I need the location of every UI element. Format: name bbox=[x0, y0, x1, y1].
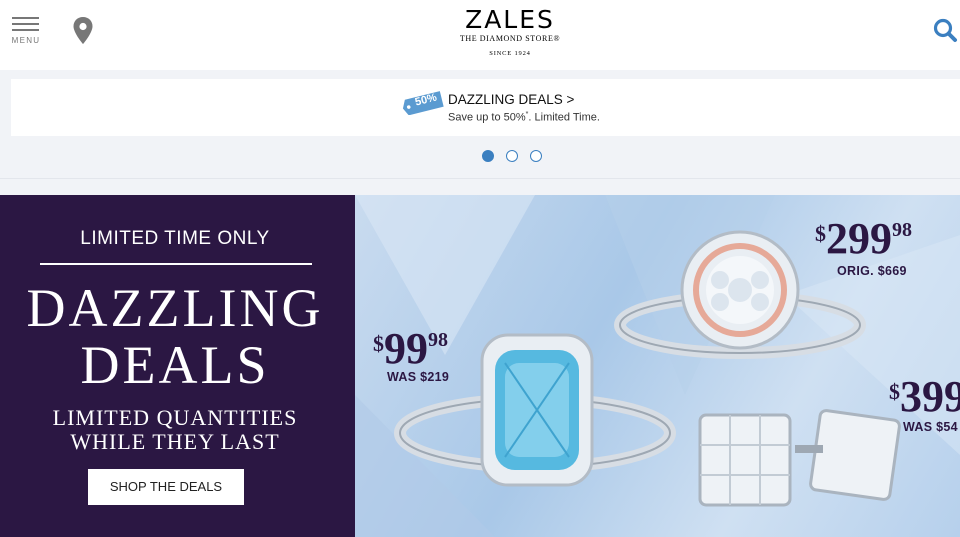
limited-quantities-line2: WHILE THEY LAST bbox=[70, 429, 280, 454]
price-amount: 399 bbox=[900, 372, 960, 421]
hero-banner-image[interactable]: $9998 WAS $219 $29998 ORIG. $669 $399 WA… bbox=[355, 195, 960, 537]
price-amount: 99 bbox=[384, 324, 428, 373]
shop-the-deals-button[interactable]: SHOP THE DEALS bbox=[88, 469, 244, 505]
diamond-earrings bbox=[698, 409, 901, 507]
price-cents: 98 bbox=[892, 219, 912, 241]
menu-label: MENU bbox=[11, 36, 41, 45]
was-price-earrings: WAS $54 bbox=[903, 420, 958, 434]
menu-icon-bar bbox=[12, 29, 39, 31]
price-ring2: $29998 bbox=[815, 217, 912, 261]
logo-wordmark: ZALES bbox=[465, 5, 555, 34]
promo-banner[interactable]: 50% DAZZLING DEALS > Save up to 50%*. Li… bbox=[11, 79, 960, 136]
logo-tagline: THE DIAMOND STORE® bbox=[459, 34, 561, 43]
menu-button[interactable]: MENU bbox=[11, 17, 41, 47]
logo-since: SINCE 1924 bbox=[489, 50, 531, 57]
divider-rule bbox=[40, 263, 312, 265]
price-currency: $ bbox=[889, 379, 900, 404]
hero-banner-text-panel[interactable]: LIMITED TIME ONLY DAZZLING DEALS LIMITED… bbox=[0, 195, 355, 537]
divider bbox=[0, 178, 960, 179]
price-currency: $ bbox=[373, 331, 384, 356]
was-price-ring1: WAS $219 bbox=[387, 370, 450, 384]
carousel-dot-2[interactable] bbox=[506, 150, 518, 162]
price-earrings: $399 bbox=[889, 375, 960, 419]
price-cents: 98 bbox=[428, 329, 448, 351]
menu-icon bbox=[12, 17, 39, 19]
search-icon bbox=[933, 18, 957, 42]
search-button[interactable] bbox=[932, 17, 958, 43]
price-currency: $ bbox=[815, 221, 826, 246]
menu-icon-bar bbox=[12, 23, 39, 25]
site-header: MENU ZALES THE DIAMOND STORE® SINCE 1924 bbox=[0, 0, 960, 70]
promo-subtitle: Save up to 50%*. Limited Time. bbox=[448, 111, 600, 124]
hero-headline-line2: DEALS bbox=[80, 335, 270, 395]
carousel-dot-3[interactable] bbox=[530, 150, 542, 162]
price-ring1: $9998 bbox=[373, 327, 448, 371]
promo-subtitle-tail: . Limited Time. bbox=[528, 111, 600, 124]
promo-title[interactable]: DAZZLING DEALS > bbox=[448, 92, 574, 107]
sale-tag-icon: 50% bbox=[402, 89, 448, 116]
limited-time-label: LIMITED TIME ONLY bbox=[80, 228, 270, 249]
carousel-dots bbox=[482, 150, 544, 162]
carousel-dot-1[interactable] bbox=[482, 150, 494, 162]
store-locator-button[interactable] bbox=[72, 16, 94, 46]
limited-quantities-line1: LIMITED QUANTITIES bbox=[52, 405, 298, 430]
promo-subtitle-text: Save up to 50% bbox=[448, 111, 526, 124]
zales-logo[interactable]: ZALES THE DIAMOND STORE® SINCE 1924 bbox=[448, 6, 572, 62]
location-pin-icon bbox=[73, 17, 93, 44]
hero-headline-line1: DAZZLING bbox=[26, 278, 324, 338]
was-price-ring2: ORIG. $669 bbox=[837, 264, 907, 278]
price-amount: 299 bbox=[826, 214, 892, 263]
